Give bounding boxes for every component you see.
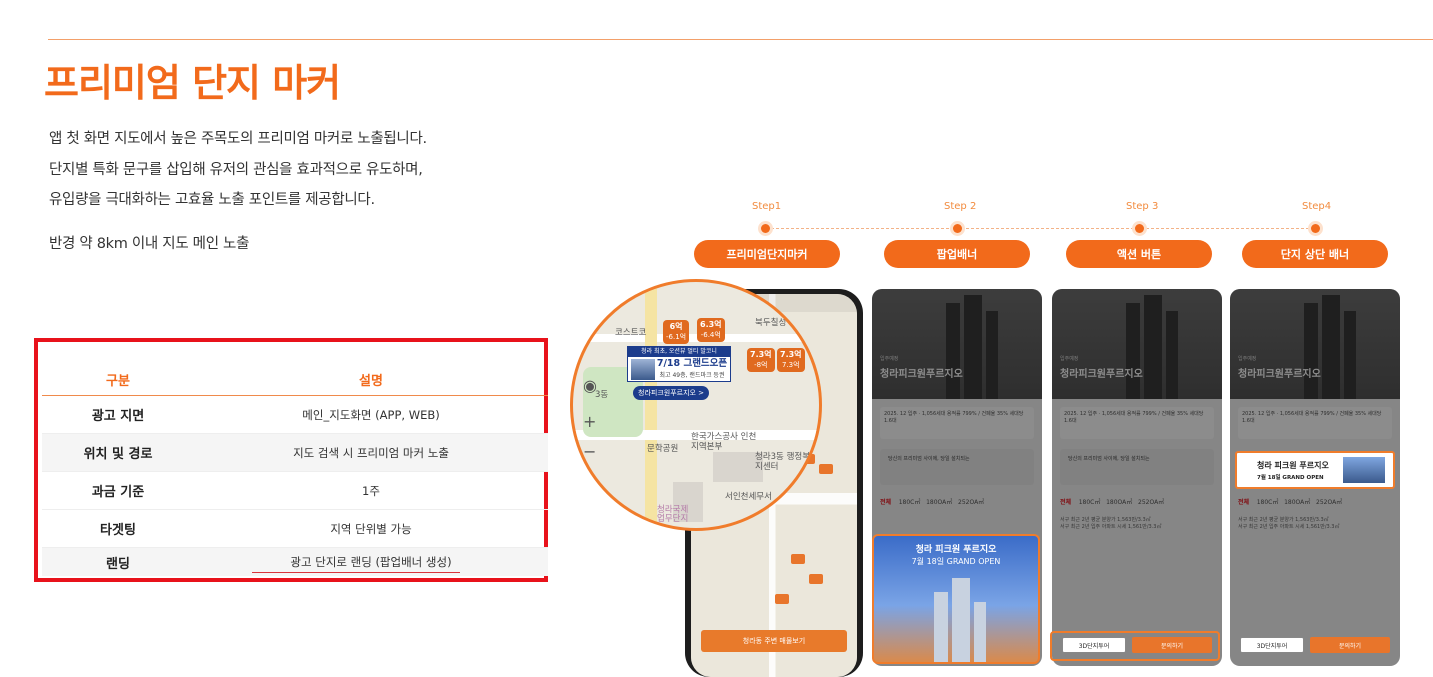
- price-marker[interactable]: 6.3억 -6.4억: [697, 318, 725, 342]
- step-dot: [1135, 224, 1144, 233]
- row-value: 광고 단지로 랜딩 (팝업배너 생성): [290, 555, 452, 569]
- marker-price: 6억: [669, 322, 683, 331]
- tower-shape: [934, 592, 948, 662]
- tower-shape: [974, 602, 986, 662]
- marker-change: 7.3억: [781, 361, 800, 369]
- zoom-in-icon[interactable]: +: [583, 412, 596, 431]
- table-row: 과금 기준 1주: [42, 472, 548, 510]
- nearby-listings-button[interactable]: 청라동 주변 매물보기: [701, 630, 847, 652]
- popup-title: 청라 피크원 푸르지오: [915, 545, 997, 555]
- spec-table: 구분 설명 광고 지면 메인_지도화면 (APP, WEB) 위치 및 경로 지…: [42, 364, 548, 576]
- header-description: 설명: [359, 374, 383, 389]
- row-label: 광고 지면: [91, 409, 145, 424]
- spec-table-highlight: 구분 설명 광고 지면 메인_지도화면 (APP, WEB) 위치 및 경로 지…: [34, 338, 548, 582]
- tower-shape: [952, 578, 970, 662]
- marker-change: -6.1억: [666, 333, 687, 341]
- reach-note: 반경 약 8km 이내 지도 메인 노출: [49, 236, 250, 252]
- row-label: 타겟팅: [100, 523, 136, 538]
- map-road: [645, 282, 657, 528]
- step-pill-premium-marker: 프리미엄단지마커: [694, 240, 840, 268]
- step-pill-header-banner: 단지 상단 배너: [1242, 240, 1388, 268]
- header-banner-subtitle: 7월 18일 GRAND OPEN: [1257, 475, 1324, 481]
- action-bar-highlight: [1050, 631, 1220, 661]
- description-line: 유입량을 극대화하는 고효율 노출 포인트를 제공합니다.: [49, 192, 375, 208]
- table-row: 타겟팅 지역 단위별 가능: [42, 510, 548, 548]
- map-pin[interactable]: [775, 594, 789, 604]
- landing-underline: [252, 572, 460, 573]
- marker-change: -6.4억: [700, 331, 721, 339]
- map-label: 서인천세무서: [725, 492, 772, 502]
- description-line: 단지별 특화 문구를 삽입해 유저의 관심을 효과적으로 유도하며,: [49, 161, 423, 178]
- page-title: 프리미엄 단지 마커: [44, 61, 341, 105]
- row-value: 메인_지도화면 (APP, WEB): [302, 407, 440, 422]
- locate-icon[interactable]: ◉: [583, 376, 597, 395]
- map-label: 한국가스공사 인천지역본부: [691, 432, 757, 452]
- step-label: Step1: [752, 201, 782, 212]
- row-value: 지역 단위별 가능: [330, 521, 412, 536]
- zoom-out-icon[interactable]: −: [583, 442, 596, 461]
- popup-subtitle: 7월 18일 GRAND OPEN: [911, 557, 1001, 566]
- table-header: 구분 설명: [42, 364, 548, 396]
- step-label: Step 3: [1126, 201, 1159, 212]
- complex-header-banner[interactable]: 청라 피크원 푸르지오 7월 18일 GRAND OPEN: [1235, 451, 1395, 489]
- premium-marker-tag[interactable]: 청라피크원푸르지오 >: [633, 386, 710, 400]
- top-divider: [48, 39, 1433, 40]
- premium-marker-thumbnail: [631, 359, 655, 380]
- marker-price: 6.3억: [700, 320, 722, 329]
- 3d-tour-button[interactable]: 3D단지투어: [1240, 637, 1304, 653]
- premium-marker-headline: 청라 최초, 오션뷰 멀티 발코니: [628, 347, 730, 357]
- row-label: 위치 및 경로: [83, 447, 153, 462]
- marker-price: 7.3억: [750, 350, 772, 359]
- map-pin[interactable]: [791, 554, 805, 564]
- action-bar: 3D단지투어 문의하기: [1234, 632, 1396, 658]
- header-banner-thumbnail: [1343, 457, 1385, 483]
- table-row: 광고 지면 메인_지도화면 (APP, WEB): [42, 396, 548, 434]
- row-value: 1주: [362, 483, 380, 498]
- detail-screen-step3: 입주예정 청라피크원푸르지오 2025. 12 입주 · 1,056세대 용적률…: [1052, 289, 1222, 666]
- step-label: Step 2: [944, 201, 977, 212]
- popup-banner[interactable]: 청라 피크원 푸르지오 7월 18일 GRAND OPEN: [872, 534, 1040, 664]
- header-category: 구분: [106, 374, 130, 389]
- steps-connector: [766, 228, 1314, 229]
- dim-overlay: [1052, 289, 1222, 666]
- step-pill-action-button: 액션 버튼: [1066, 240, 1212, 268]
- description-line: 앱 첫 화면 지도에서 높은 주목도의 프리미엄 마커로 노출됩니다.: [49, 131, 427, 147]
- map-label: 청라국제 업무단지: [657, 505, 689, 524]
- price-marker[interactable]: 7.3억 7.3억: [777, 348, 805, 372]
- map-magnifier: 코스트코 북두칠성 문학공원 한국가스공사 인천지역본부 청라3동 행정복지센터…: [570, 279, 822, 531]
- row-label: 과금 기준: [91, 485, 145, 500]
- header-banner-title: 청라 피크원 푸르지오: [1257, 461, 1329, 470]
- map-label: 북두칠성: [755, 318, 787, 328]
- step-label: Step4: [1302, 201, 1332, 212]
- map-road: [573, 334, 819, 342]
- row-value: 지도 검색 시 프리미엄 마커 노출: [293, 445, 449, 460]
- marker-change: -8억: [754, 361, 768, 369]
- step-dot: [1311, 224, 1320, 233]
- map-pin[interactable]: [819, 464, 833, 474]
- price-marker[interactable]: 7.3억 -8억: [747, 348, 775, 372]
- row-label: 랜딩: [106, 556, 130, 572]
- map-label: 코스트코: [615, 328, 647, 338]
- map-pin[interactable]: [809, 574, 823, 584]
- price-marker[interactable]: 6억 -6.1억: [663, 320, 690, 344]
- marker-price: 7.3억: [780, 350, 802, 359]
- step-dot: [761, 224, 770, 233]
- step-dot: [953, 224, 962, 233]
- description: 앱 첫 화면 지도에서 높은 주목도의 프리미엄 마커로 노출됩니다. 단지별 …: [49, 124, 427, 216]
- map-label: 청라3동 행정복지센터: [755, 452, 811, 472]
- step-pill-popup-banner: 팝업배너: [884, 240, 1030, 268]
- map-label: 문학공원: [647, 444, 679, 454]
- inquiry-button[interactable]: 문의하기: [1310, 637, 1390, 653]
- premium-marker-card[interactable]: 청라 최초, 오션뷰 멀티 발코니 7/18 그랜드오픈 최고 49층, 랜드마…: [627, 346, 731, 382]
- table-row: 위치 및 경로 지도 검색 시 프리미엄 마커 노출: [42, 434, 548, 472]
